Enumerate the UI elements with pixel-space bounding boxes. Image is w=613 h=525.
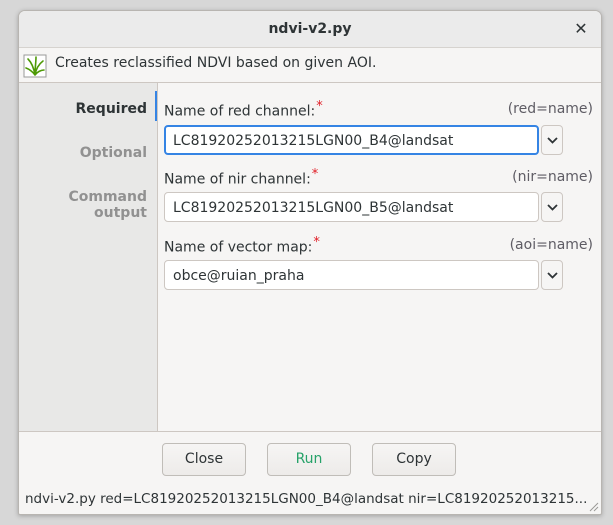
copy-button[interactable]: Copy bbox=[372, 443, 456, 476]
chevron-down-icon bbox=[547, 272, 558, 279]
red-channel-label: Name of red channel:* bbox=[164, 99, 323, 120]
command-statusbar: ndvi-v2.py red=LC81920252013215LGN00_B4@… bbox=[25, 491, 588, 507]
footer-divider bbox=[19, 431, 601, 432]
required-panel: Name of red channel:* (red=name) LC81920… bbox=[158, 83, 601, 431]
vector-map-dropdown-button[interactable] bbox=[541, 260, 563, 290]
nir-channel-label-text: Name of nir channel: bbox=[164, 171, 311, 188]
description-bar: Creates reclassified NDVI based on given… bbox=[19, 48, 601, 82]
chevron-down-icon bbox=[547, 137, 558, 144]
red-channel-label-text: Name of red channel: bbox=[164, 103, 316, 120]
red-channel-dropdown-button[interactable] bbox=[541, 125, 563, 155]
tab-optional[interactable]: Optional bbox=[80, 145, 147, 161]
tab-required[interactable]: Required bbox=[76, 101, 147, 117]
nir-channel-dropdown-button[interactable] bbox=[541, 192, 563, 222]
vector-map-label: Name of vector map:* bbox=[164, 235, 320, 256]
nir-channel-label: Name of nir channel:* bbox=[164, 167, 318, 188]
module-description: Creates reclassified NDVI based on given… bbox=[55, 55, 377, 71]
required-marker: * bbox=[316, 99, 323, 114]
active-tab-indicator bbox=[155, 91, 157, 121]
grass-icon bbox=[23, 54, 47, 78]
required-marker: * bbox=[313, 235, 320, 250]
chevron-down-icon bbox=[547, 204, 558, 211]
close-icon[interactable]: ✕ bbox=[571, 19, 591, 39]
nir-channel-hint: (nir=name) bbox=[512, 169, 593, 185]
close-button[interactable]: Close bbox=[162, 443, 246, 476]
dialog-window: ndvi-v2.py ✕ Creates reclassified NDVI b… bbox=[18, 10, 602, 515]
tab-command-output[interactable]: Command output bbox=[19, 189, 147, 221]
titlebar: ndvi-v2.py ✕ bbox=[19, 11, 601, 48]
red-channel-input[interactable]: LC81920252013215LGN00_B4@landsat bbox=[164, 125, 539, 155]
sidebar: Required Optional Command output bbox=[19, 83, 158, 431]
window-title: ndvi-v2.py bbox=[268, 21, 352, 37]
resize-grip-icon[interactable] bbox=[589, 502, 599, 512]
red-channel-hint: (red=name) bbox=[507, 101, 593, 117]
nir-channel-input[interactable]: LC81920252013215LGN00_B5@landsat bbox=[164, 192, 539, 222]
run-button[interactable]: Run bbox=[267, 443, 351, 476]
vector-map-label-text: Name of vector map: bbox=[164, 239, 313, 256]
vector-map-hint: (aoi=name) bbox=[509, 237, 593, 253]
required-marker: * bbox=[311, 167, 319, 182]
vector-map-input[interactable]: obce@ruian_praha bbox=[164, 260, 539, 290]
